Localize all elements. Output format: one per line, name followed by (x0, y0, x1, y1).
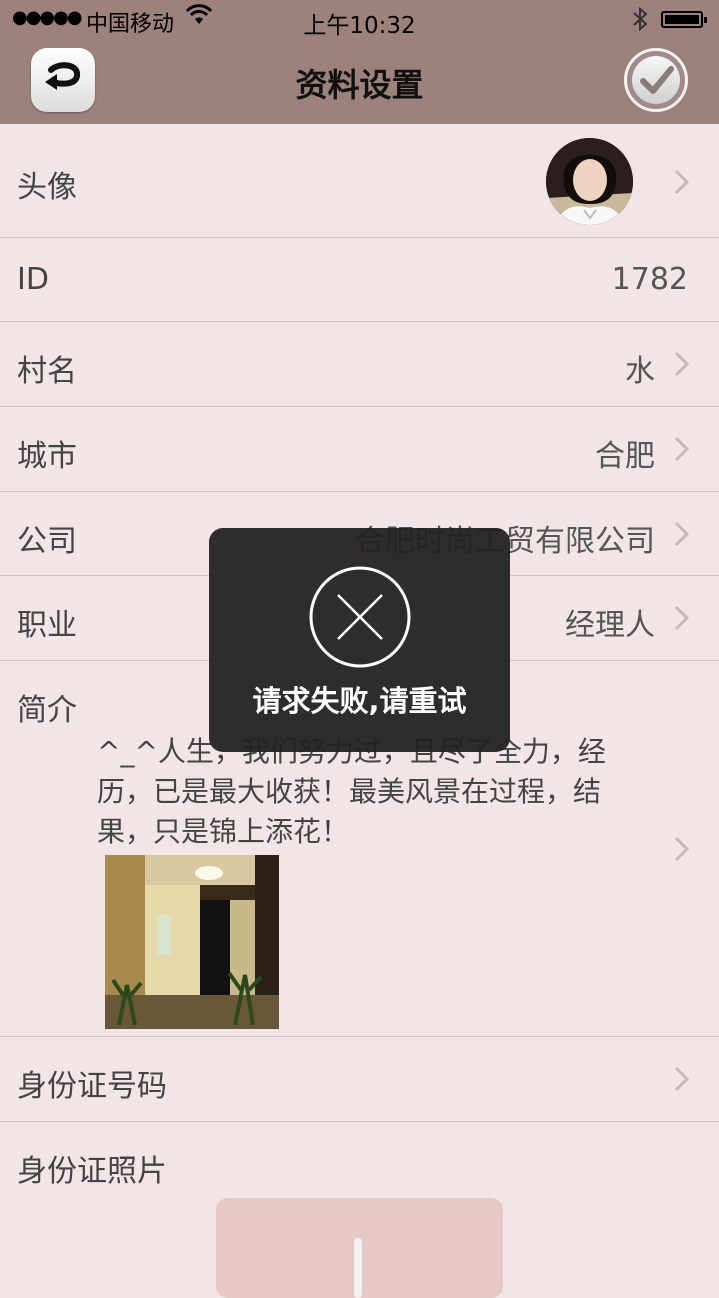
confirm-button[interactable] (624, 48, 688, 112)
page-title: 资料设置 (295, 66, 424, 104)
id-row: ID 1782 (0, 238, 719, 322)
chevron-right-icon (672, 350, 692, 378)
avatar (546, 138, 633, 225)
bluetooth-icon (632, 6, 648, 37)
chevron-right-icon (672, 604, 692, 632)
chevron-right-icon (672, 1065, 692, 1093)
city-row[interactable]: 城市 合肥 (0, 407, 719, 492)
close-circle-icon (309, 566, 411, 668)
job-label: 职业 (17, 608, 77, 643)
nav-bar: 资料设置 (0, 40, 719, 124)
plus-icon (354, 1238, 362, 1298)
village-value: 水 (625, 354, 655, 389)
id-label: ID (17, 262, 49, 297)
checkmark-icon (640, 66, 674, 94)
id-value: 1782 (611, 262, 688, 297)
bio-photo[interactable] (105, 855, 279, 1029)
id-photo-upload-button[interactable] (216, 1198, 503, 1298)
city-label: 城市 (17, 439, 77, 474)
chevron-right-icon (672, 435, 692, 463)
village-label: 村名 (17, 354, 77, 389)
status-bar: ●●●●● 中国移动 上午10:32 (0, 0, 719, 40)
avatar-row[interactable]: 头像 (0, 124, 719, 238)
toast-message: 请求失败,请重试 (252, 684, 467, 718)
id-number-row[interactable]: 身份证号码 (0, 1037, 719, 1122)
chevron-right-icon (672, 168, 692, 196)
battery-icon (661, 11, 707, 28)
avatar-label: 头像 (17, 170, 77, 205)
status-time: 上午10:32 (303, 13, 416, 39)
city-value: 合肥 (595, 439, 655, 474)
bio-label: 简介 (17, 693, 77, 728)
chevron-right-icon (672, 835, 692, 863)
id-number-label: 身份证号码 (17, 1069, 167, 1104)
company-label: 公司 (17, 524, 77, 559)
error-toast: 请求失败,请重试 (209, 528, 510, 752)
id-photo-label: 身份证照片 (17, 1154, 167, 1189)
chevron-right-icon (672, 520, 692, 548)
village-row[interactable]: 村名 水 (0, 322, 719, 407)
job-value: 经理人 (565, 608, 655, 643)
